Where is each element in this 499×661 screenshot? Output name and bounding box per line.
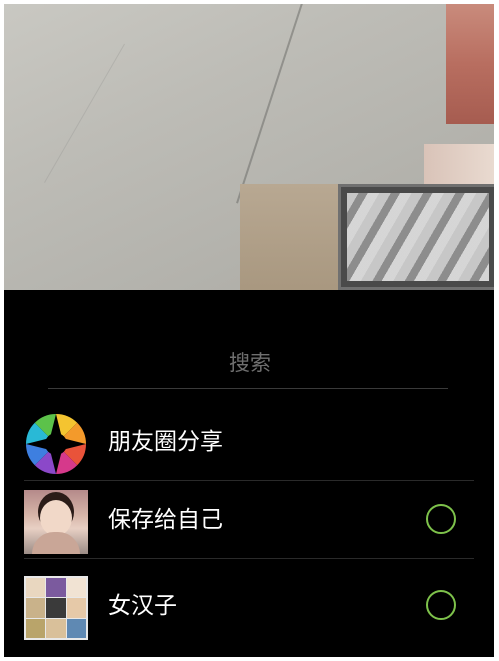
- background-object: [446, 4, 494, 124]
- list-item-label: 朋友圈分享: [108, 429, 223, 455]
- list-item-group[interactable]: 女汉子: [24, 568, 474, 644]
- moments-icon: [24, 412, 88, 476]
- list-item-label: 保存给自己: [108, 507, 223, 533]
- search-input[interactable]: [48, 340, 452, 386]
- photo-stack: [338, 184, 494, 290]
- select-circle-icon[interactable]: [426, 590, 456, 620]
- search-bar[interactable]: [48, 340, 452, 390]
- background-object: [424, 144, 494, 184]
- select-circle-icon[interactable]: [426, 504, 456, 534]
- list-item-moments[interactable]: 朋友圈分享: [24, 404, 474, 481]
- share-sheet-screen: 朋友圈分享 保存给自己 女汉子: [4, 4, 494, 657]
- camera-preview: [4, 4, 494, 290]
- floor-seam: [236, 4, 306, 204]
- floor-seam: [44, 43, 125, 183]
- list-item-label: 女汉子: [108, 593, 177, 619]
- group-avatar: [24, 576, 88, 640]
- search-underline: [48, 388, 448, 389]
- list-item-save-to-self[interactable]: 保存给自己: [24, 482, 474, 559]
- avatar: [24, 490, 88, 554]
